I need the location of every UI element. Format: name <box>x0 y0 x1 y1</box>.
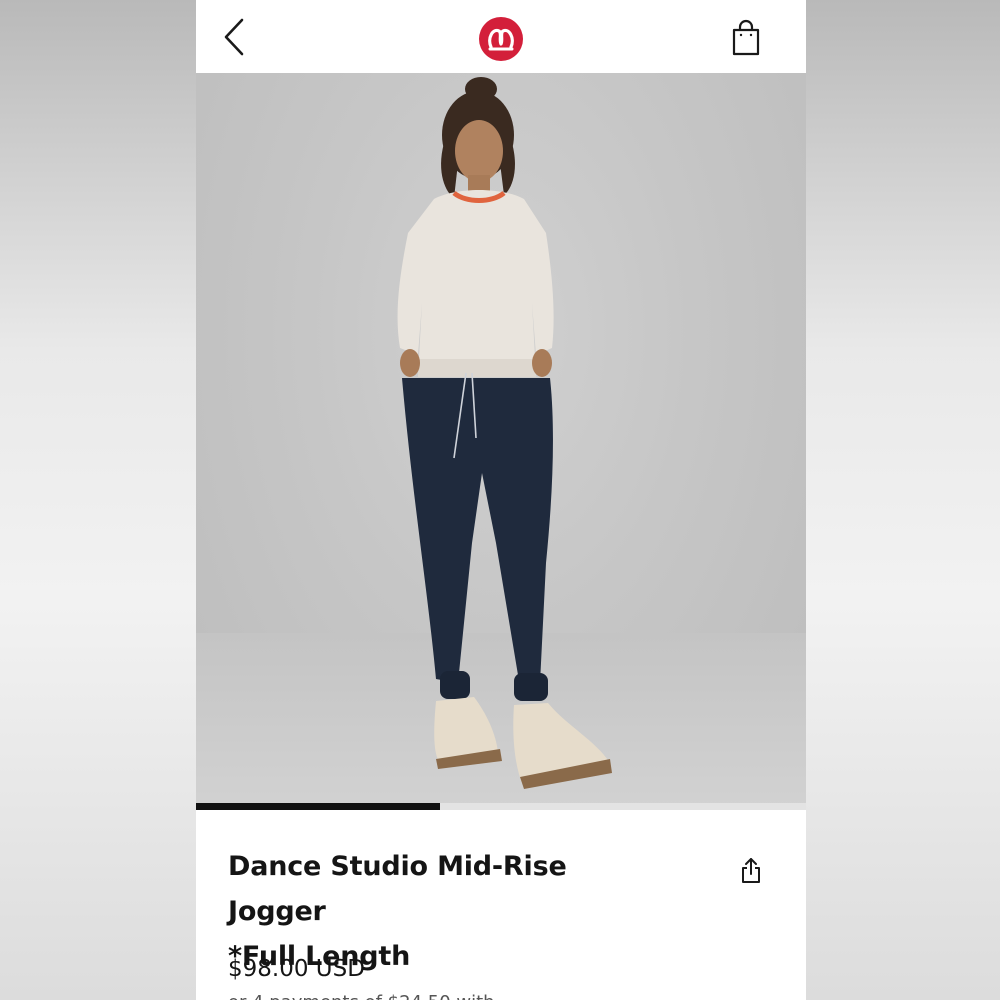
product-title-line1: Dance Studio Mid-Rise Jogger <box>228 851 567 927</box>
shopping-bag-button[interactable] <box>726 16 766 60</box>
back-button[interactable] <box>214 14 254 60</box>
top-navigation-bar <box>196 0 806 73</box>
app-screen: Dance Studio Mid-Rise Jogger *Full Lengt… <box>196 0 806 1000</box>
lululemon-logo-icon <box>479 17 523 61</box>
brand-logo[interactable] <box>478 16 524 62</box>
product-price: $98.00 USD <box>228 956 365 982</box>
gallery-progress-fill <box>196 803 440 810</box>
shopping-bag-icon <box>732 19 760 56</box>
product-details: Dance Studio Mid-Rise Jogger *Full Lengt… <box>196 810 806 1000</box>
product-photo <box>397 77 612 789</box>
installment-text: or 4 payments of $24.50 with <box>228 992 495 1000</box>
share-button[interactable] <box>736 854 766 888</box>
share-icon <box>742 858 760 883</box>
chevron-left-icon <box>224 18 244 56</box>
gallery-progress-bar <box>196 803 806 810</box>
product-image[interactable] <box>196 73 806 810</box>
